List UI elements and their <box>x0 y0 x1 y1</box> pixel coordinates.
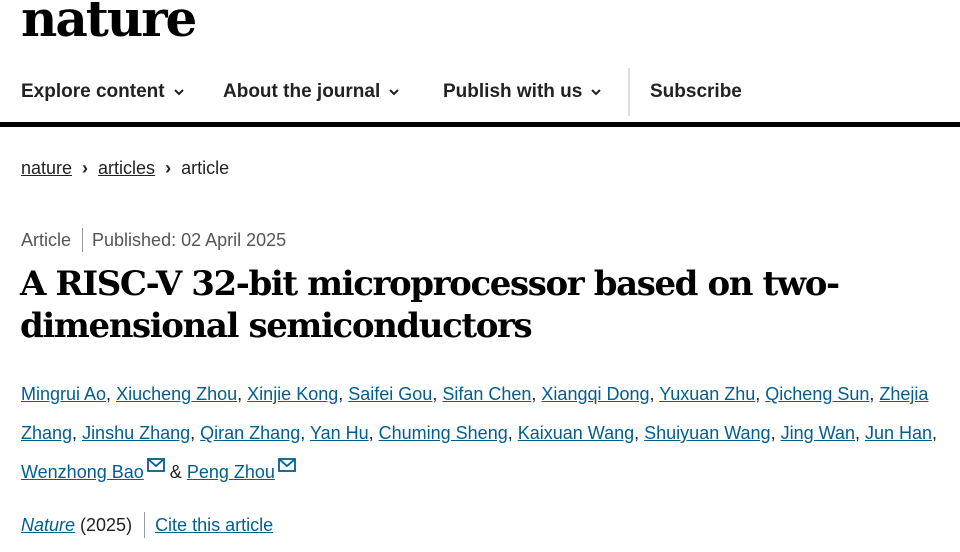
breadcrumb-nature[interactable]: nature <box>21 158 72 179</box>
author-link[interactable]: Xiangqi Dong <box>541 384 649 404</box>
author-link[interactable]: Saifei Gou <box>348 384 432 404</box>
author-link[interactable]: Kaixuan Wang <box>518 423 634 443</box>
author-link[interactable]: Yan Hu <box>310 423 369 443</box>
citation-divider <box>144 512 146 538</box>
author-list: Mingrui Ao, Xiucheng Zhou, Xinjie Kong, … <box>21 384 938 482</box>
nav-subscribe-label: Subscribe <box>650 81 742 102</box>
nav-explore-label: Explore content <box>21 81 165 102</box>
article-type: Article <box>21 229 72 250</box>
nature-logo[interactable]: nature <box>21 0 197 44</box>
nav-subscribe[interactable]: Subscribe <box>650 81 742 103</box>
author-link[interactable]: Mingrui Ao <box>21 384 106 404</box>
journal-link[interactable]: Nature <box>21 515 75 536</box>
publish-date: Published: 02 April 2025 <box>92 229 287 250</box>
author-link[interactable]: Peng Zhou <box>187 462 275 482</box>
meta-divider <box>82 228 84 252</box>
breadcrumb: nature › articles › article <box>21 158 229 179</box>
chevron-right-icon: › <box>165 158 172 178</box>
nav-publish-with-us[interactable]: Publish with us <box>443 81 602 103</box>
author-joiner: & <box>169 462 182 482</box>
mail-icon[interactable] <box>146 458 165 472</box>
chevron-right-icon: › <box>82 158 89 178</box>
cite-this-article-link[interactable]: Cite this article <box>155 515 273 536</box>
nav-about-label: About the journal <box>223 81 381 102</box>
mail-icon[interactable] <box>277 458 296 472</box>
chevron-down-icon <box>173 89 184 96</box>
nav-about-journal[interactable]: About the journal <box>223 81 399 103</box>
author-link[interactable]: Xiucheng Zhou <box>116 384 237 404</box>
main-nav: Explore content About the journal Publis… <box>0 64 960 127</box>
author-link[interactable]: Yuxuan Zhu <box>659 384 755 404</box>
author-link[interactable]: Jinshu Zhang <box>82 423 190 443</box>
nav-divider <box>628 68 630 116</box>
author-link[interactable]: Sifan Chen <box>442 384 531 404</box>
chevron-down-icon <box>591 89 602 96</box>
author-link[interactable]: Chuming Sheng <box>379 423 508 443</box>
chevron-down-icon <box>389 89 399 96</box>
author-link[interactable]: Qiran Zhang <box>200 423 300 443</box>
publication-year: (2025) <box>80 514 133 535</box>
author-link[interactable]: Wenzhong Bao <box>21 462 144 482</box>
nav-publish-label: Publish with us <box>443 81 583 102</box>
article-meta: Article Published: 02 April 2025 <box>21 228 286 252</box>
article-title: A RISC-V 32-bit microprocessor based on … <box>20 264 840 346</box>
citation-row: Nature (2025) Cite this article <box>21 512 273 538</box>
nav-explore-content[interactable]: Explore content <box>21 81 184 103</box>
author-link[interactable]: Qicheng Sun <box>765 384 869 404</box>
breadcrumb-articles[interactable]: articles <box>98 158 155 179</box>
author-link[interactable]: Jun Han <box>865 423 932 443</box>
author-link[interactable]: Shuiyuan Wang <box>644 423 770 443</box>
breadcrumb-article: article <box>181 158 230 178</box>
author-link[interactable]: Jing Wan <box>781 423 855 443</box>
author-link[interactable]: Xinjie Kong <box>247 384 338 404</box>
